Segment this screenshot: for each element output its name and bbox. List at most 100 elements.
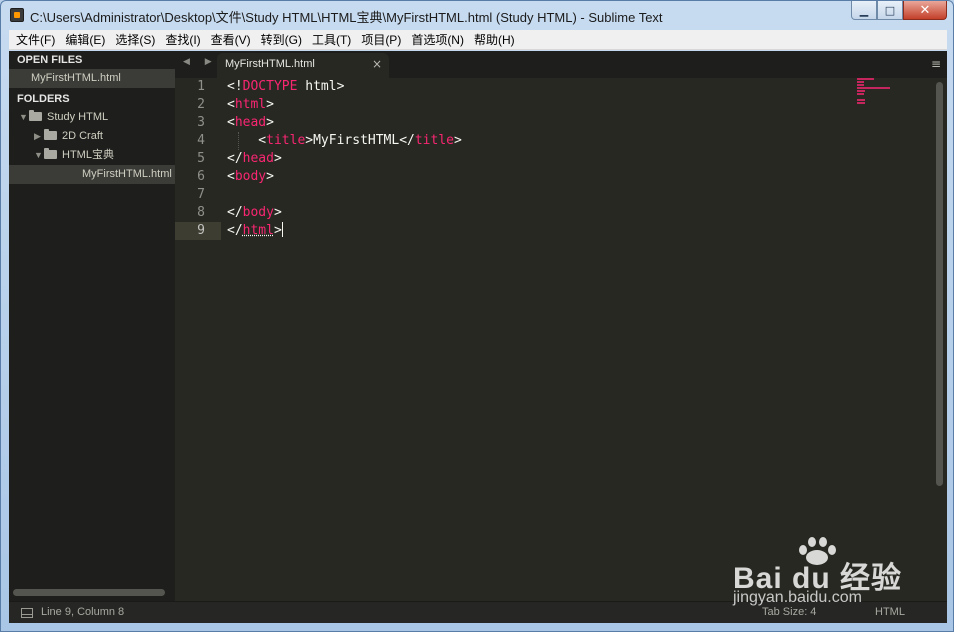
code-line[interactable]: </html> bbox=[227, 222, 847, 240]
code-area[interactable]: <!DOCTYPE html> <html> <head> <title>MyFir… bbox=[227, 78, 847, 240]
title-bar: C:\Users\Administrator\Desktop\文件\Study … bbox=[1, 1, 953, 29]
menu-project[interactable]: 项目(P) bbox=[356, 31, 406, 48]
line-number: 5 bbox=[197, 151, 205, 166]
file-myfirsthtml[interactable]: MyFirstHTML.html bbox=[9, 165, 175, 184]
tab-nav-arrows-icon[interactable]: ◀ ▶ bbox=[183, 57, 218, 67]
code-line[interactable] bbox=[227, 186, 847, 204]
tab-bar: ◀ ▶ MyFirstHTML.html × ≡ bbox=[175, 51, 947, 78]
maximize-button[interactable]: □ bbox=[877, 1, 903, 20]
vertical-scrollbar[interactable] bbox=[935, 82, 944, 592]
minimap-line bbox=[857, 87, 890, 89]
minimap-line bbox=[857, 93, 864, 95]
code-token: </ bbox=[227, 223, 243, 238]
tag-name: html bbox=[234, 97, 267, 112]
tag-name: title bbox=[266, 133, 306, 148]
tag-name: body bbox=[234, 169, 267, 184]
minimap-line bbox=[857, 81, 864, 83]
menu-find[interactable]: 查找(I) bbox=[160, 31, 205, 48]
expand-down-icon[interactable]: ▼ bbox=[34, 146, 44, 165]
code-editor[interactable]: 123456789 <!DOCTYPE html> <html> <head> <t… bbox=[175, 78, 947, 601]
code-token: < bbox=[227, 115, 235, 130]
open-file-item[interactable]: MyFirstHTML.html bbox=[9, 69, 175, 88]
folder-html-baodian[interactable]: ▼ HTML宝典 bbox=[9, 146, 175, 165]
menu-goto[interactable]: 转到(G) bbox=[256, 31, 307, 48]
cursor-position: Line 9, Column 8 bbox=[41, 606, 125, 618]
menu-preferences[interactable]: 首选项(N) bbox=[406, 31, 469, 48]
menu-tools[interactable]: 工具(T) bbox=[307, 31, 356, 48]
baidu-jingyan-watermark: Bai du 经验 jingyan.baidu.com bbox=[733, 535, 913, 606]
window-title: C:\Users\Administrator\Desktop\文件\Study … bbox=[30, 10, 663, 25]
syntax-indicator[interactable]: HTML bbox=[875, 606, 905, 618]
code-line[interactable]: <html> bbox=[227, 96, 847, 114]
tab-myfirsthtml[interactable]: MyFirstHTML.html × bbox=[217, 53, 389, 78]
minimize-button[interactable]: ▁ bbox=[851, 1, 877, 20]
folders-header: FOLDERS bbox=[17, 93, 70, 105]
sidebar-scrollbar[interactable] bbox=[13, 589, 165, 596]
code-line[interactable]: <body> bbox=[227, 168, 847, 186]
menu-bar: 文件(F) 编辑(E) 选择(S) 查找(I) 查看(V) 转到(G) 工具(T… bbox=[9, 30, 947, 50]
code-line[interactable]: </body> bbox=[227, 204, 847, 222]
line-number: 6 bbox=[197, 169, 205, 184]
code-token: < bbox=[227, 169, 235, 184]
minimap[interactable] bbox=[857, 78, 937, 118]
code-token: >MyFirstHTML</ bbox=[305, 133, 415, 148]
tab-menu-icon[interactable]: ≡ bbox=[931, 57, 941, 71]
folder-label: Study HTML bbox=[47, 111, 109, 123]
folder-study-html[interactable]: ▼ Study HTML bbox=[9, 108, 175, 127]
close-button[interactable]: ✕ bbox=[903, 1, 947, 20]
code-token: > bbox=[266, 97, 274, 112]
folder-icon bbox=[44, 129, 57, 140]
tab-size-indicator[interactable]: Tab Size: 4 bbox=[762, 606, 816, 618]
minimap-line bbox=[857, 84, 864, 86]
menu-view[interactable]: 查看(V) bbox=[206, 31, 256, 48]
minimap-line bbox=[857, 102, 865, 104]
sublime-window: C:\Users\Administrator\Desktop\文件\Study … bbox=[0, 0, 954, 632]
folder-icon bbox=[44, 148, 57, 159]
code-token: > bbox=[266, 115, 274, 130]
text-cursor bbox=[281, 222, 283, 237]
tag-name: title bbox=[414, 133, 454, 148]
sidebar: OPEN FILES MyFirstHTML.html FOLDERS ▼ Stu… bbox=[9, 51, 175, 601]
folder-icon bbox=[29, 110, 42, 121]
tag-name: DOCTYPE bbox=[242, 79, 298, 94]
line-number: 4 bbox=[197, 133, 205, 148]
tag-name: head bbox=[234, 115, 267, 130]
code-line[interactable]: <head> bbox=[227, 114, 847, 132]
open-file-label: MyFirstHTML.html bbox=[31, 72, 121, 84]
expand-down-icon[interactable]: ▼ bbox=[19, 108, 29, 127]
expand-right-icon[interactable]: ▶ bbox=[34, 127, 44, 146]
tag-name: html bbox=[242, 223, 274, 238]
open-files-header: OPEN FILES bbox=[17, 54, 83, 66]
code-token: > bbox=[273, 205, 282, 220]
folder-label: 2D Craft bbox=[62, 130, 103, 142]
line-number: 3 bbox=[197, 115, 205, 130]
code-line[interactable]: <!DOCTYPE html> bbox=[227, 78, 847, 96]
code-token: > bbox=[454, 133, 462, 148]
tab-close-icon[interactable]: × bbox=[372, 57, 382, 71]
code-token: < bbox=[227, 133, 267, 148]
code-token: </ bbox=[227, 151, 243, 166]
panel-toggle-icon[interactable] bbox=[21, 608, 33, 618]
line-number: 2 bbox=[197, 97, 205, 112]
code-token: < bbox=[227, 97, 235, 112]
tab-label: MyFirstHTML.html bbox=[225, 58, 315, 70]
menu-file[interactable]: 文件(F) bbox=[11, 31, 60, 48]
tag-name: head bbox=[242, 151, 274, 166]
folder-2d-craft[interactable]: ▶ 2D Craft bbox=[9, 127, 175, 146]
minimap-line bbox=[857, 78, 874, 80]
line-number-gutter: 1 2 3 4 5 6 7 8 9 bbox=[175, 78, 221, 601]
code-line[interactable]: <title>MyFirstHTML</title> bbox=[227, 132, 847, 150]
watermark-url: jingyan.baidu.com bbox=[733, 589, 862, 606]
menu-edit[interactable]: 编辑(E) bbox=[60, 31, 110, 48]
menu-help[interactable]: 帮助(H) bbox=[469, 31, 520, 48]
code-line[interactable]: </head> bbox=[227, 150, 847, 168]
folder-label: HTML宝典 bbox=[62, 149, 114, 161]
line-number: 8 bbox=[197, 205, 205, 220]
code-token: <! bbox=[227, 79, 243, 94]
line-number: 9 bbox=[175, 222, 221, 240]
sublime-app-icon[interactable] bbox=[10, 8, 24, 22]
minimap-line bbox=[857, 99, 865, 101]
menu-selection[interactable]: 选择(S) bbox=[110, 31, 160, 48]
tag-name: body bbox=[242, 205, 274, 220]
scrollbar-thumb[interactable] bbox=[936, 82, 943, 486]
